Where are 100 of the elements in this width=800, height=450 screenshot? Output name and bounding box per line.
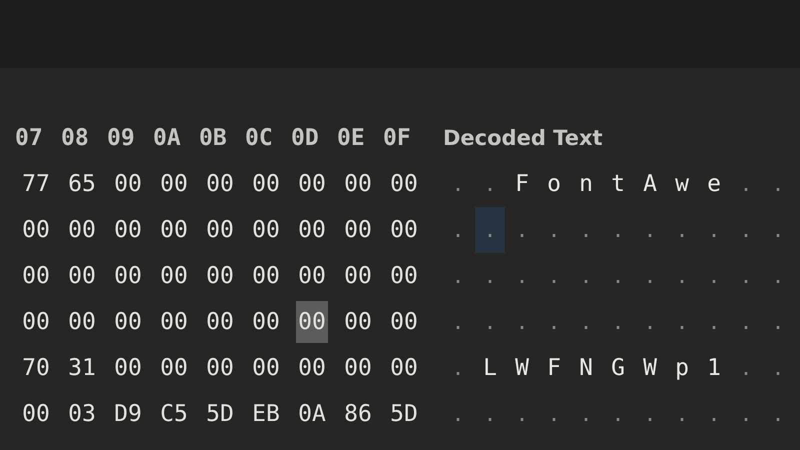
decoded-dot[interactable]: . <box>507 253 537 299</box>
decoded-dot[interactable]: . <box>571 207 601 253</box>
hex-byte[interactable]: 00 <box>342 347 374 389</box>
decoded-char[interactable]: W <box>635 345 665 391</box>
hex-byte[interactable]: 70 <box>20 347 52 389</box>
decoded-dot[interactable]: . <box>539 207 569 253</box>
hex-byte[interactable]: 00 <box>250 163 282 205</box>
decoded-dot[interactable]: . <box>763 299 793 345</box>
hex-byte[interactable]: 00 <box>20 301 52 343</box>
decoded-dot[interactable]: . <box>667 299 697 345</box>
decoded-char[interactable]: L <box>475 345 505 391</box>
hex-byte[interactable]: 00 <box>296 347 328 389</box>
hex-byte[interactable]: 00 <box>112 209 144 251</box>
decoded-dot[interactable]: . <box>571 253 601 299</box>
decoded-dot[interactable]: . <box>699 391 729 437</box>
decoded-char[interactable]: G <box>603 345 633 391</box>
hex-byte[interactable]: 00 <box>204 301 236 343</box>
decoded-dot[interactable]: . <box>667 391 697 437</box>
decoded-dot[interactable]: . <box>667 207 697 253</box>
decoded-dot[interactable]: . <box>507 299 537 345</box>
hex-byte[interactable]: 5D <box>204 393 236 435</box>
decoded-dot[interactable]: . <box>443 391 473 437</box>
hex-byte[interactable]: 00 <box>158 209 190 251</box>
hex-byte[interactable]: 00 <box>250 301 282 343</box>
decoded-dot[interactable]: . <box>475 299 505 345</box>
hex-byte[interactable]: 00 <box>388 255 420 297</box>
hex-byte[interactable]: 00 <box>204 347 236 389</box>
decoded-dot[interactable]: . <box>475 391 505 437</box>
hex-byte[interactable]: 00 <box>296 301 328 343</box>
hex-byte[interactable]: 00 <box>388 163 420 205</box>
hex-byte[interactable]: 00 <box>342 255 374 297</box>
decoded-char[interactable]: N <box>571 345 601 391</box>
hex-byte[interactable]: 00 <box>388 347 420 389</box>
decoded-dot[interactable]: . <box>731 345 761 391</box>
hex-byte[interactable]: 5D <box>388 393 420 435</box>
decoded-dot[interactable]: . <box>539 299 569 345</box>
decoded-dot[interactable]: . <box>603 299 633 345</box>
hex-byte[interactable]: 00 <box>342 163 374 205</box>
hex-byte[interactable]: 00 <box>296 163 328 205</box>
decoded-dot[interactable]: . <box>763 391 793 437</box>
decoded-dot[interactable]: . <box>539 253 569 299</box>
decoded-dot[interactable]: . <box>539 391 569 437</box>
decoded-char[interactable]: w <box>667 161 697 207</box>
hex-byte[interactable]: 00 <box>250 347 282 389</box>
decoded-dot[interactable]: . <box>699 207 729 253</box>
hex-byte[interactable]: 65 <box>66 163 98 205</box>
decoded-char[interactable]: e <box>699 161 729 207</box>
decoded-dot[interactable]: . <box>571 391 601 437</box>
hex-byte[interactable]: D9 <box>112 393 144 435</box>
decoded-dot[interactable]: . <box>443 207 473 253</box>
decoded-dot[interactable]: . <box>507 207 537 253</box>
decoded-dot[interactable]: . <box>443 299 473 345</box>
decoded-dot[interactable]: . <box>731 253 761 299</box>
decoded-dot[interactable]: . <box>667 253 697 299</box>
decoded-char[interactable]: A <box>635 161 665 207</box>
hex-byte[interactable]: 00 <box>66 209 98 251</box>
decoded-char[interactable]: p <box>667 345 697 391</box>
hex-byte[interactable]: 00 <box>112 301 144 343</box>
decoded-char[interactable]: F <box>507 161 537 207</box>
hex-byte[interactable]: 00 <box>296 255 328 297</box>
decoded-dot[interactable]: . <box>635 391 665 437</box>
decoded-char[interactable]: n <box>571 161 601 207</box>
hex-byte[interactable]: 0A <box>296 393 328 435</box>
hex-byte[interactable]: EB <box>250 393 282 435</box>
hex-byte[interactable]: 00 <box>250 255 282 297</box>
hex-byte[interactable]: 00 <box>112 163 144 205</box>
decoded-dot[interactable]: . <box>635 299 665 345</box>
hex-byte[interactable]: 00 <box>158 301 190 343</box>
decoded-dot[interactable]: . <box>763 207 793 253</box>
decoded-dot[interactable]: . <box>443 345 473 391</box>
hex-byte[interactable]: 00 <box>204 163 236 205</box>
hex-byte[interactable]: 00 <box>158 347 190 389</box>
decoded-dot[interactable]: . <box>731 161 761 207</box>
decoded-char[interactable]: t <box>603 161 633 207</box>
decoded-dot[interactable]: . <box>731 207 761 253</box>
hex-byte[interactable]: 00 <box>296 209 328 251</box>
hex-byte[interactable]: 00 <box>204 209 236 251</box>
hex-byte[interactable]: 86 <box>342 393 374 435</box>
hex-byte[interactable]: 03 <box>66 393 98 435</box>
hex-byte[interactable]: 00 <box>388 209 420 251</box>
hex-byte[interactable]: 00 <box>342 301 374 343</box>
decoded-dot[interactable]: . <box>603 253 633 299</box>
hex-byte[interactable]: 77 <box>20 163 52 205</box>
decoded-dot[interactable]: . <box>635 253 665 299</box>
decoded-dot[interactable]: . <box>699 299 729 345</box>
hex-byte[interactable]: 00 <box>342 209 374 251</box>
hex-byte[interactable]: 00 <box>66 301 98 343</box>
decoded-dot[interactable]: . <box>603 207 633 253</box>
decoded-dot[interactable]: . <box>763 161 793 207</box>
decoded-dot[interactable]: . <box>731 299 761 345</box>
decoded-dot[interactable]: . <box>603 391 633 437</box>
decoded-dot[interactable]: . <box>443 161 473 207</box>
decoded-dot[interactable]: . <box>763 345 793 391</box>
decoded-dot[interactable]: . <box>475 161 505 207</box>
hex-byte[interactable]: 00 <box>20 393 52 435</box>
decoded-char[interactable]: 1 <box>699 345 729 391</box>
hex-byte[interactable]: 00 <box>158 163 190 205</box>
decoded-char[interactable]: o <box>539 161 569 207</box>
hex-byte[interactable]: 00 <box>66 255 98 297</box>
hex-byte[interactable]: 31 <box>66 347 98 389</box>
